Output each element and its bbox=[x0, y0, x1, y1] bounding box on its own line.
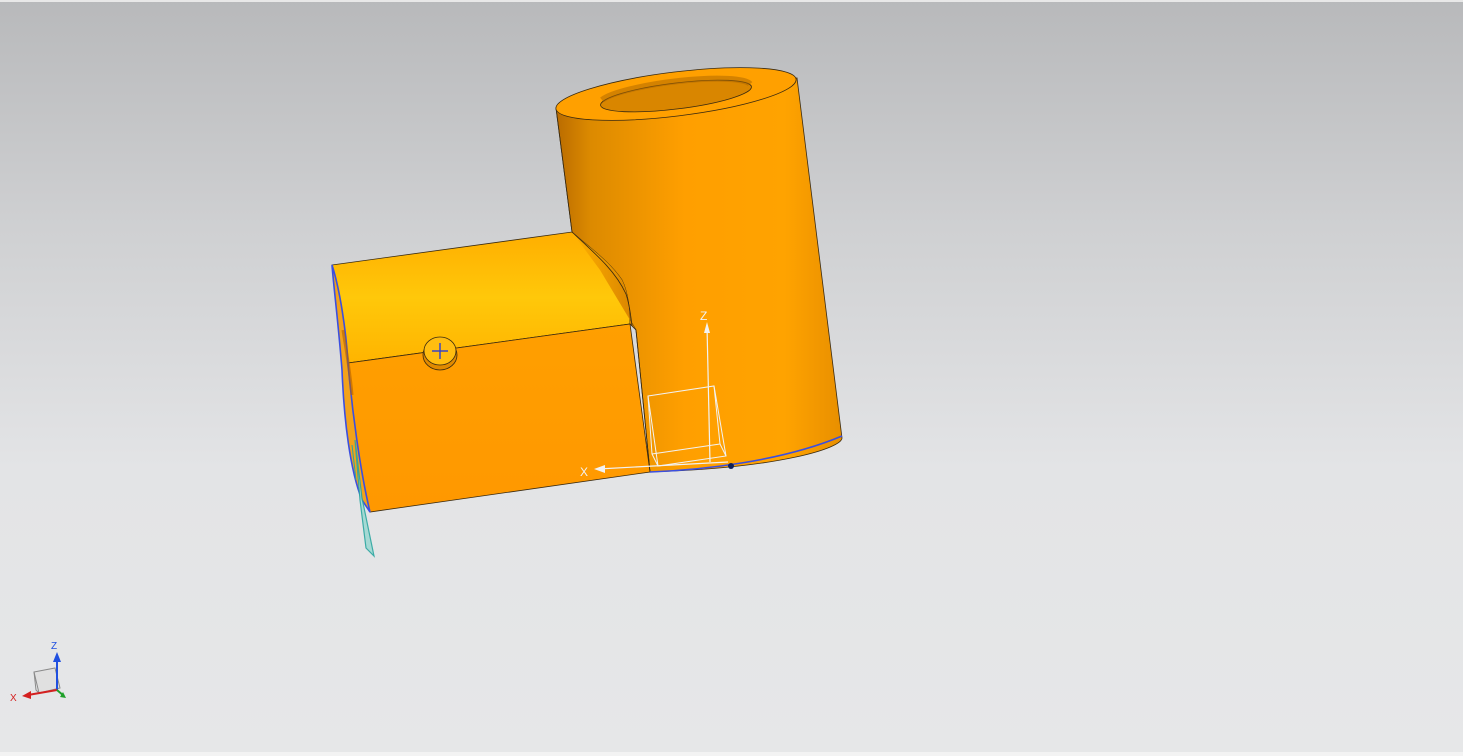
triad-z-label: Z bbox=[51, 641, 57, 652]
view-triad[interactable] bbox=[22, 652, 66, 699]
csys-z-label: Z bbox=[700, 309, 707, 323]
graphics-window[interactable]: Z X Z X bbox=[0, 0, 1463, 756]
window-bottom-border bbox=[0, 752, 1463, 756]
csys-x-label: X bbox=[580, 465, 588, 479]
cad-scene[interactable]: Z X Z X bbox=[0, 0, 1463, 756]
triad-x-label: X bbox=[10, 693, 17, 704]
